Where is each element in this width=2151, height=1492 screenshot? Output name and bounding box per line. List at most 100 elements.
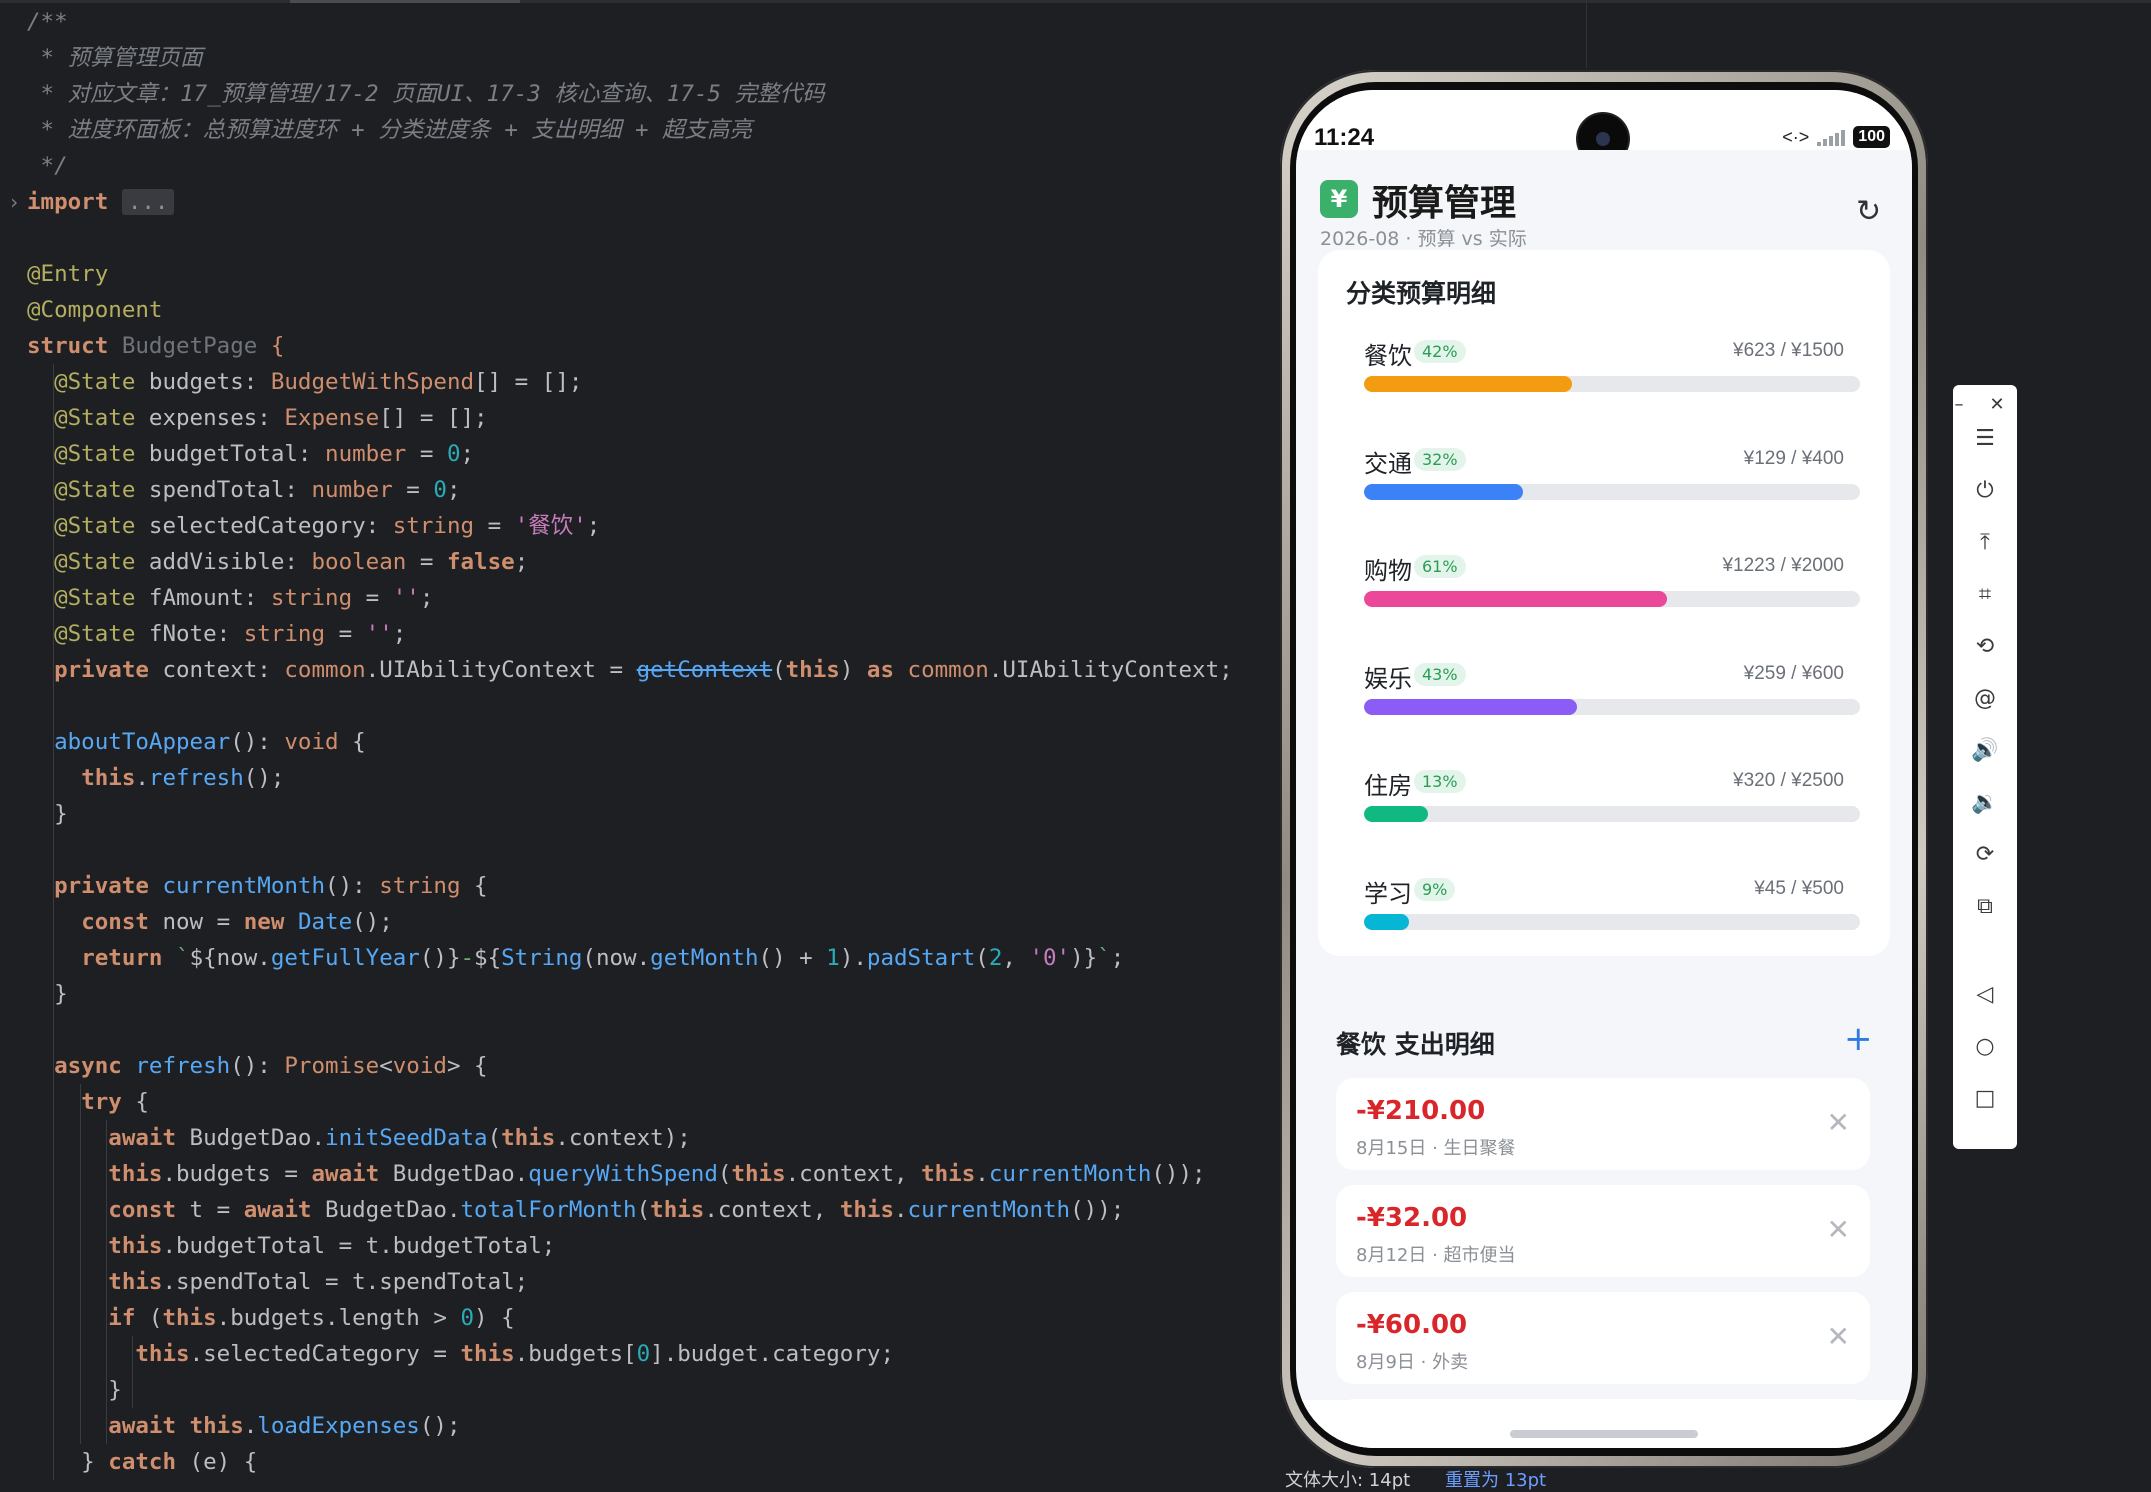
code-line[interactable]: struct BudgetPage { xyxy=(27,328,284,364)
budget-progress-track xyxy=(1364,483,1860,500)
budget-percent-badge: 61% xyxy=(1414,555,1466,578)
home-icon[interactable]: ○ xyxy=(1953,1027,2017,1067)
budget-category-name: 餐饮 xyxy=(1364,342,1412,370)
code-line[interactable]: import ... xyxy=(27,184,175,220)
code-line[interactable]: if (this.budgets.length > 0) { xyxy=(27,1300,514,1336)
home-indicator[interactable] xyxy=(1510,1430,1698,1438)
code-line[interactable]: */ xyxy=(27,148,68,184)
budget-row[interactable]: 娱乐 43% ¥259 / ¥600 xyxy=(1318,659,1890,739)
delete-expense-icon[interactable]: ✕ xyxy=(1827,1106,1850,1139)
add-expense-button[interactable]: + xyxy=(1844,1019,1873,1059)
page-subtitle: 2026-08 · 预算 vs 实际 xyxy=(1320,228,1527,250)
screenshot-icon[interactable]: ⧉ xyxy=(1953,887,2017,927)
code-line[interactable]: @State budgets: BudgetWithSpend[] = []; xyxy=(27,364,582,400)
code-line[interactable]: @State expenses: Expense[] = []; xyxy=(27,400,488,436)
code-line[interactable]: @State selectedCategory: string = '餐饮'; xyxy=(27,508,600,544)
expense-amount: -¥210.00 xyxy=(1356,1096,1486,1126)
code-line[interactable]: const now = new Date(); xyxy=(27,904,393,940)
code-line[interactable]: private currentMonth(): string { xyxy=(27,868,488,904)
pin-top-icon[interactable]: ⤒ xyxy=(1953,523,2017,563)
crop-icon[interactable]: ⌗ xyxy=(1953,575,2017,615)
indent-guide xyxy=(132,1336,133,1408)
volume-down-icon[interactable]: 🔉 xyxy=(1953,783,2017,823)
budget-card-title: 分类预算明细 xyxy=(1346,279,1497,308)
code-editor[interactable]: /** * 预算管理页面 * 对应文章：17_预算管理/17-2 页面UI、17… xyxy=(0,0,2151,1488)
budget-progress-track xyxy=(1364,591,1860,607)
code-line[interactable]: this.spendTotal = t.spendTotal; xyxy=(27,1264,528,1300)
budget-percent-badge: 43% xyxy=(1414,662,1466,686)
fold-chevron-icon[interactable]: › xyxy=(8,190,20,214)
code-line[interactable]: * 对应文章：17_预算管理/17-2 页面UI、17-3 核心查询、17-5 … xyxy=(27,76,825,112)
code-line[interactable]: @Component xyxy=(27,292,162,328)
code-line[interactable]: aboutToAppear(): void { xyxy=(27,724,366,760)
code-line[interactable]: this.selectedCategory = this.budgets[0].… xyxy=(27,1336,894,1372)
code-line[interactable]: this.budgets = await BudgetDao.queryWith… xyxy=(27,1156,1205,1192)
expense-item[interactable]: -¥210.00 8月15日 · 生日聚餐 ✕ xyxy=(1336,1078,1870,1170)
code-line[interactable]: return `${now.getFullYear()}-${String(no… xyxy=(27,940,1124,976)
screen-bottom-bar xyxy=(1296,1400,1912,1448)
at-icon[interactable]: @ xyxy=(1953,679,2017,719)
budget-progress-fill xyxy=(1364,591,1667,607)
budget-progress-fill xyxy=(1364,483,1523,500)
status-icons: <·> 100 xyxy=(1782,126,1890,148)
code-line[interactable]: @State fAmount: string = ''; xyxy=(27,580,433,616)
code-line[interactable]: @State spendTotal: number = 0; xyxy=(27,472,460,508)
budget-row[interactable]: 交通 32% ¥129 / ¥400 xyxy=(1318,444,1890,524)
budget-percent-badge: 32% xyxy=(1414,447,1466,471)
delete-expense-icon[interactable]: ✕ xyxy=(1827,1320,1850,1353)
reset-font-link[interactable]: 重置为 13pt xyxy=(1445,1466,1546,1492)
code-line[interactable]: * 进度环面板：总预算进度环 + 分类进度条 + 支出明细 + 超支高亮 xyxy=(27,112,753,148)
code-line[interactable]: } catch (e) { xyxy=(27,1444,257,1480)
budget-progress-fill xyxy=(1364,376,1573,392)
delete-expense-icon[interactable]: ✕ xyxy=(1827,1213,1850,1246)
budget-amount: ¥623 / ¥1500 xyxy=(1733,340,1844,361)
budget-row[interactable]: 购物 61% ¥1223 / ¥2000 xyxy=(1318,551,1890,631)
code-line[interactable]: this.refresh(); xyxy=(27,760,284,796)
editor-status-strip: 文体大小: 14pt 重置为 13pt xyxy=(1270,1468,2151,1491)
code-line[interactable]: try { xyxy=(27,1084,149,1120)
right-margin-guide xyxy=(1586,0,1587,68)
phone-screen[interactable]: 11:24 <·> 100 ¥ 预算管理 2026-08 · 预算 vs 实际 … xyxy=(1296,90,1912,1448)
code-line[interactable]: @State addVisible: boolean = false; xyxy=(27,544,528,580)
budget-progress-fill xyxy=(1364,806,1429,822)
emulator-toolbar: – ✕ ☰ ⏻ ⤒ ⌗ ⟲ @ 🔊 🔉 ⟳ ⧉ ◁ ○ □ xyxy=(1953,385,2017,1149)
code-line[interactable]: } xyxy=(27,796,68,832)
code-line[interactable]: @State budgetTotal: number = 0; xyxy=(27,436,474,472)
indent-guide xyxy=(80,1084,81,1444)
budget-row[interactable]: 餐饮 42% ¥623 / ¥1500 xyxy=(1318,336,1890,416)
code-line[interactable]: await BudgetDao.initSeedData(this.contex… xyxy=(27,1120,691,1156)
status-time: 11:24 xyxy=(1314,124,1375,151)
budget-amount: ¥45 / ¥500 xyxy=(1754,877,1844,899)
code-line[interactable]: } xyxy=(27,1372,122,1408)
budget-percent-badge: 42% xyxy=(1414,340,1466,363)
code-line[interactable]: /** xyxy=(27,4,68,40)
budget-row[interactable]: 学习 9% ¥45 / ¥500 xyxy=(1318,874,1890,954)
indent-guide xyxy=(53,364,54,1480)
expense-note: 8月9日 · 外卖 xyxy=(1356,1352,1469,1373)
refresh-icon[interactable]: ↻ xyxy=(1856,194,1881,229)
budget-row[interactable]: 住房 13% ¥320 / ¥2500 xyxy=(1318,766,1890,846)
expense-item[interactable]: -¥32.00 8月12日 · 超市便当 ✕ xyxy=(1336,1185,1870,1277)
code-line[interactable]: const t = await BudgetDao.totalForMonth(… xyxy=(27,1192,1124,1228)
power-icon[interactable]: ⏻ xyxy=(1953,471,2017,511)
volume-up-icon[interactable]: 🔊 xyxy=(1953,731,2017,771)
budget-category-name: 交通 xyxy=(1364,449,1412,478)
code-line[interactable]: @Entry xyxy=(27,256,108,292)
expense-section-title: 餐饮 支出明细 xyxy=(1336,1030,1495,1059)
code-line[interactable]: async refresh(): Promise<void> { xyxy=(27,1048,488,1084)
expense-item[interactable]: -¥60.00 8月9日 · 外卖 ✕ xyxy=(1336,1292,1870,1384)
code-line[interactable]: * 预算管理页面 xyxy=(27,40,203,76)
app-logo-icon: ¥ xyxy=(1320,180,1358,218)
code-line[interactable]: private context: common.UIAbilityContext… xyxy=(27,652,1233,688)
recents-icon[interactable]: □ xyxy=(1953,1079,2017,1119)
shake-icon[interactable]: ⟳ xyxy=(1953,835,2017,875)
budget-amount: ¥1223 / ¥2000 xyxy=(1722,555,1844,576)
code-line[interactable]: @State fNote: string = ''; xyxy=(27,616,406,652)
code-line[interactable]: await this.loadExpenses(); xyxy=(27,1408,460,1444)
menu-icon[interactable]: ☰ xyxy=(1953,419,2017,459)
rotate-icon[interactable]: ⟲ xyxy=(1953,627,2017,667)
budget-progress-track xyxy=(1364,913,1860,930)
code-line[interactable]: } xyxy=(27,976,68,1012)
back-icon[interactable]: ◁ xyxy=(1953,975,2017,1015)
status-bar: 11:24 <·> 100 xyxy=(1296,90,1912,164)
